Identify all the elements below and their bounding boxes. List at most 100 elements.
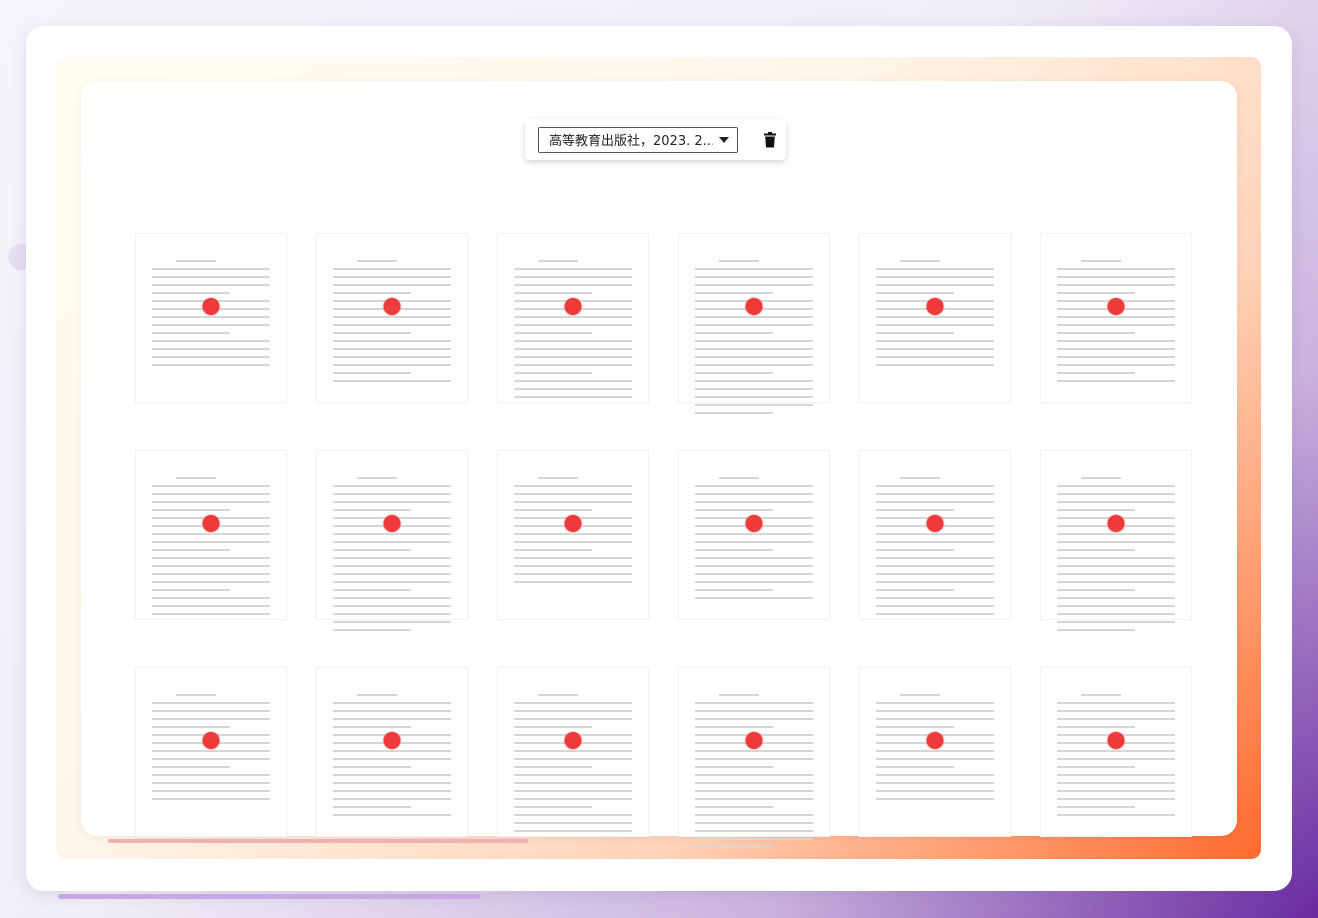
- page-preview: [135, 450, 287, 620]
- page-thumbnail[interactable]: [302, 211, 482, 428]
- text-line: [876, 613, 994, 615]
- text-line: [514, 774, 632, 776]
- text-line: [695, 565, 813, 567]
- text-line: [719, 477, 759, 479]
- page-preview: [859, 450, 1011, 620]
- text-line: [695, 790, 813, 792]
- text-line: [152, 292, 230, 294]
- text-line: [695, 710, 813, 712]
- page-marker-dot[interactable]: [202, 732, 220, 749]
- page-thumbnail[interactable]: [121, 645, 301, 862]
- page-marker-dot[interactable]: [926, 298, 944, 315]
- text-line: [152, 798, 270, 800]
- delete-button[interactable]: [755, 125, 785, 155]
- page-marker-dot[interactable]: [383, 298, 401, 315]
- text-line: [1057, 284, 1175, 286]
- text-line: [1057, 380, 1175, 382]
- text-line: [514, 388, 632, 390]
- text-line: [695, 533, 813, 535]
- text-line: [876, 565, 994, 567]
- page-marker-dot[interactable]: [383, 515, 401, 532]
- page-marker-dot[interactable]: [202, 515, 220, 532]
- text-line: [333, 766, 411, 768]
- page-marker-dot[interactable]: [926, 515, 944, 532]
- text-line: [1057, 613, 1175, 615]
- text-line: [695, 782, 813, 784]
- text-line: [695, 814, 813, 816]
- document-toolbar: 高等教育出版社，2023. 2.…: [525, 119, 786, 160]
- text-line: [514, 726, 592, 728]
- page-thumbnail[interactable]: [1026, 428, 1206, 645]
- page-marker-dot[interactable]: [564, 298, 582, 315]
- page-thumbnail[interactable]: [664, 645, 844, 862]
- page-preview: [678, 667, 830, 848]
- text-line: [514, 710, 632, 712]
- page-marker-dot[interactable]: [564, 515, 582, 532]
- text-line: [333, 372, 411, 374]
- text-line: [876, 332, 954, 334]
- text-line: [333, 292, 411, 294]
- page-thumbnail[interactable]: [483, 211, 663, 428]
- page-preview: [497, 667, 649, 837]
- page-marker-dot[interactable]: [564, 732, 582, 749]
- text-line: [876, 766, 954, 768]
- page-thumbnail[interactable]: [664, 211, 844, 428]
- text-line: [538, 477, 578, 479]
- page-marker-dot[interactable]: [383, 732, 401, 749]
- page-preview: [497, 233, 649, 403]
- page-marker-dot[interactable]: [1107, 732, 1125, 749]
- page-thumbnail[interactable]: [845, 428, 1025, 645]
- text-line: [1057, 702, 1175, 704]
- page-thumbnail[interactable]: [1026, 211, 1206, 428]
- page-thumbnail[interactable]: [845, 211, 1025, 428]
- text-line: [357, 694, 397, 696]
- text-line: [876, 557, 994, 559]
- text-line: [176, 694, 216, 696]
- text-line: [695, 758, 813, 760]
- text-line: [152, 509, 230, 511]
- page-thumbnail[interactable]: [483, 645, 663, 862]
- text-line: [1057, 814, 1175, 816]
- text-line: [538, 694, 578, 696]
- text-line: [152, 332, 230, 334]
- page-thumbnail[interactable]: [302, 645, 482, 862]
- text-line: [514, 541, 632, 543]
- text-line: [1057, 565, 1175, 567]
- text-line: [152, 573, 270, 575]
- page-thumbnail[interactable]: [664, 428, 844, 645]
- text-line: [1057, 292, 1135, 294]
- text-line: [152, 364, 270, 366]
- document-select-value: 高等教育出版社，2023. 2.…: [549, 134, 713, 149]
- text-line: [333, 613, 451, 615]
- text-line: [357, 260, 397, 262]
- text-line: [333, 782, 451, 784]
- page-marker-dot[interactable]: [745, 732, 763, 749]
- text-line: [152, 782, 270, 784]
- text-line: [695, 404, 813, 406]
- page-marker-dot[interactable]: [745, 298, 763, 315]
- text-line: [514, 798, 632, 800]
- document-select[interactable]: 高等教育出版社，2023. 2.…: [538, 126, 738, 153]
- text-line: [695, 292, 773, 294]
- page-marker-dot[interactable]: [745, 515, 763, 532]
- page-marker-dot[interactable]: [1107, 298, 1125, 315]
- text-line: [333, 324, 451, 326]
- page-thumbnail[interactable]: [845, 645, 1025, 862]
- page-thumbnail[interactable]: [483, 428, 663, 645]
- text-line: [152, 533, 270, 535]
- text-line: [1057, 710, 1175, 712]
- page-marker-dot[interactable]: [926, 732, 944, 749]
- text-line: [176, 260, 216, 262]
- page-thumbnail[interactable]: [121, 211, 301, 428]
- text-line: [152, 710, 270, 712]
- text-line: [514, 766, 592, 768]
- text-line: [695, 324, 813, 326]
- text-line: [1057, 533, 1175, 535]
- text-line: [152, 268, 270, 270]
- page-thumbnail[interactable]: [302, 428, 482, 645]
- text-line: [514, 372, 592, 374]
- page-marker-dot[interactable]: [202, 298, 220, 315]
- page-thumbnail[interactable]: [1026, 645, 1206, 862]
- page-marker-dot[interactable]: [1107, 515, 1125, 532]
- page-thumbnail[interactable]: [121, 428, 301, 645]
